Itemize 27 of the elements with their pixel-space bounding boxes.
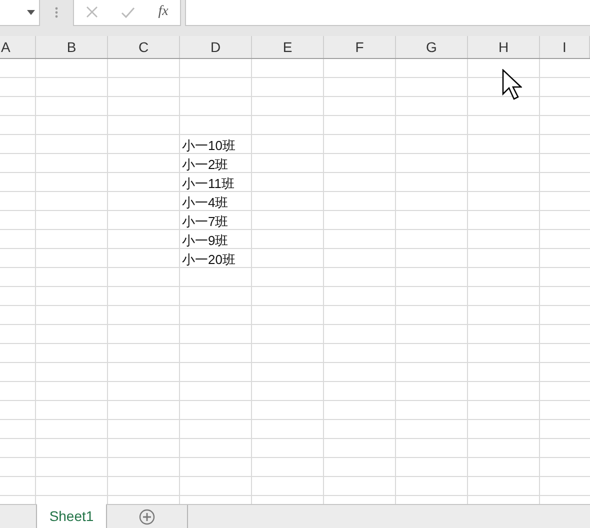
cell-text: 小一4班 bbox=[181, 194, 228, 211]
name-box[interactable] bbox=[0, 0, 40, 26]
add-sheet-icon[interactable] bbox=[139, 508, 155, 525]
formula-input-field[interactable] bbox=[185, 0, 590, 26]
column-header[interactable]: D bbox=[180, 36, 252, 58]
mouse-pointer-icon bbox=[502, 68, 522, 101]
sheet-tab[interactable]: Sheet1 bbox=[37, 504, 106, 528]
column-header[interactable]: A bbox=[0, 36, 36, 58]
cell-text: 小一20班 bbox=[181, 250, 236, 268]
column-header[interactable]: F bbox=[324, 36, 396, 58]
drag-handle-icon[interactable] bbox=[55, 7, 58, 18]
cell-text: 小一11班 bbox=[181, 174, 234, 192]
caret-icon bbox=[27, 10, 35, 15]
worksheet-grid[interactable]: 小一10班 小一2班 小一11班 小一4班 小一7班 小一9班 小一20班 bbox=[0, 58, 590, 504]
column-header[interactable]: G bbox=[396, 36, 468, 58]
column-header[interactable]: E bbox=[252, 36, 324, 58]
column-header[interactable]: I bbox=[540, 36, 590, 58]
column-header[interactable]: H bbox=[468, 36, 540, 58]
cell-text: 小一10班 bbox=[181, 136, 236, 154]
cancel-icon[interactable] bbox=[86, 6, 98, 18]
cell-text: 小一2班 bbox=[181, 156, 228, 173]
column-header[interactable]: C bbox=[108, 36, 180, 58]
column-header[interactable]: B bbox=[36, 36, 108, 58]
cell-text: 小一9班 bbox=[181, 232, 228, 249]
cell-text: 小一7班 bbox=[181, 212, 228, 230]
check-icon[interactable] bbox=[120, 6, 135, 18]
insert-function-button[interactable]: fx bbox=[158, 4, 168, 20]
